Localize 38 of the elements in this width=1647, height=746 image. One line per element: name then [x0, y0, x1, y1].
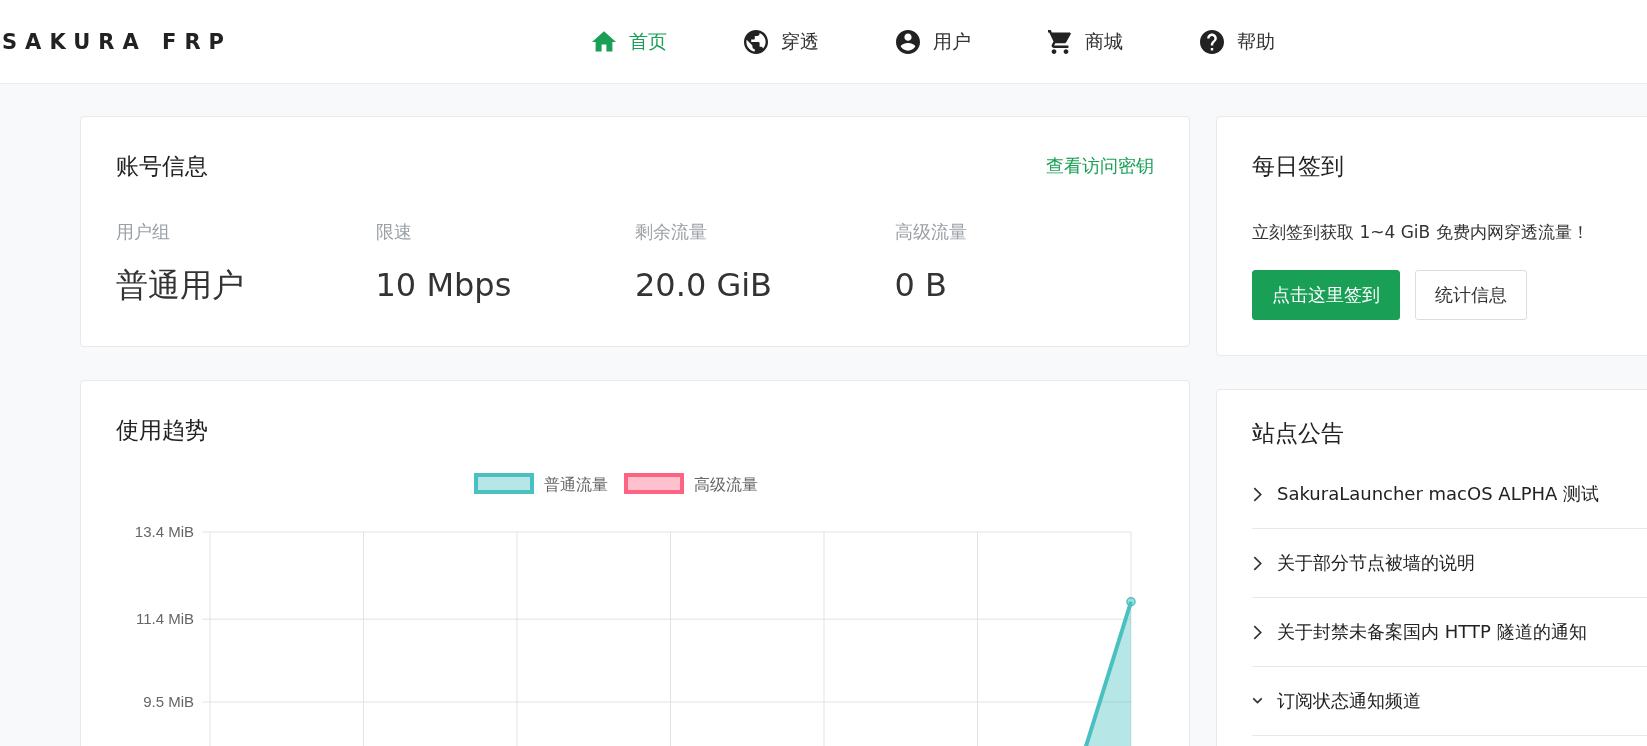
- axis-tick-label: 13.4 MiB: [134, 523, 194, 540]
- card-title: 账号信息: [116, 152, 208, 181]
- home-icon: [592, 29, 616, 54]
- cart-icon: [1048, 29, 1072, 54]
- card-title: 每日签到: [1252, 152, 1345, 181]
- nav-tab[interactable]: 帮助: [1200, 28, 1352, 55]
- chevron-icon: [1252, 554, 1263, 572]
- legend-item[interactable]: 高级流量: [624, 473, 758, 494]
- stats-button[interactable]: 统计信息: [1415, 270, 1527, 320]
- help-icon: [1200, 29, 1224, 54]
- globe-icon: [744, 29, 768, 54]
- notice-item[interactable]: 关于封禁未备案国内 HTTP 隧道的通知: [1252, 598, 1647, 667]
- stat-label: 限速: [375, 220, 413, 244]
- stat-label: 高级流量: [894, 220, 968, 244]
- axis-tick-label: 11.4 MiB: [135, 610, 194, 628]
- chevron-icon: [1252, 485, 1263, 503]
- legend-item[interactable]: 普通流量: [474, 473, 608, 494]
- card-title: 站点公告: [1252, 419, 1345, 448]
- logo[interactable]: SAKURA FRP: [0, 29, 592, 54]
- legend-label: 普通流量: [544, 475, 608, 494]
- card-title: 使用趋势: [116, 416, 209, 445]
- stat-value: 10 Mbps: [375, 265, 513, 306]
- chevron-icon: [1252, 623, 1263, 641]
- checkin-description: 立刻签到获取 1~4 GiB 免费内网穿透流量！: [1252, 221, 1590, 244]
- stat-label: 用户组: [116, 220, 171, 244]
- stat-value: 普通用户: [116, 265, 245, 306]
- notice-item[interactable]: 关于部分节点被墙的说明: [1252, 529, 1647, 598]
- legend-label: 高级流量: [694, 475, 758, 494]
- notice-item[interactable]: SakuraLauncher macOS ALPHA 测试: [1252, 460, 1647, 529]
- stat-label: 剩余流量: [635, 220, 708, 244]
- stat-value: 20.0 GiB: [635, 265, 774, 306]
- view-key-link[interactable]: 查看访问密钥: [1046, 154, 1154, 178]
- axis-tick-label: 9.5 MiB: [143, 693, 194, 711]
- nav-tab[interactable]: 商城: [1048, 28, 1200, 55]
- nav-tab[interactable]: 穿透: [744, 28, 896, 55]
- notice-item[interactable]: 订阅状态通知频道: [1252, 667, 1647, 736]
- stat-value: 0 B: [894, 265, 948, 306]
- nav-tab[interactable]: 用户: [896, 28, 1048, 55]
